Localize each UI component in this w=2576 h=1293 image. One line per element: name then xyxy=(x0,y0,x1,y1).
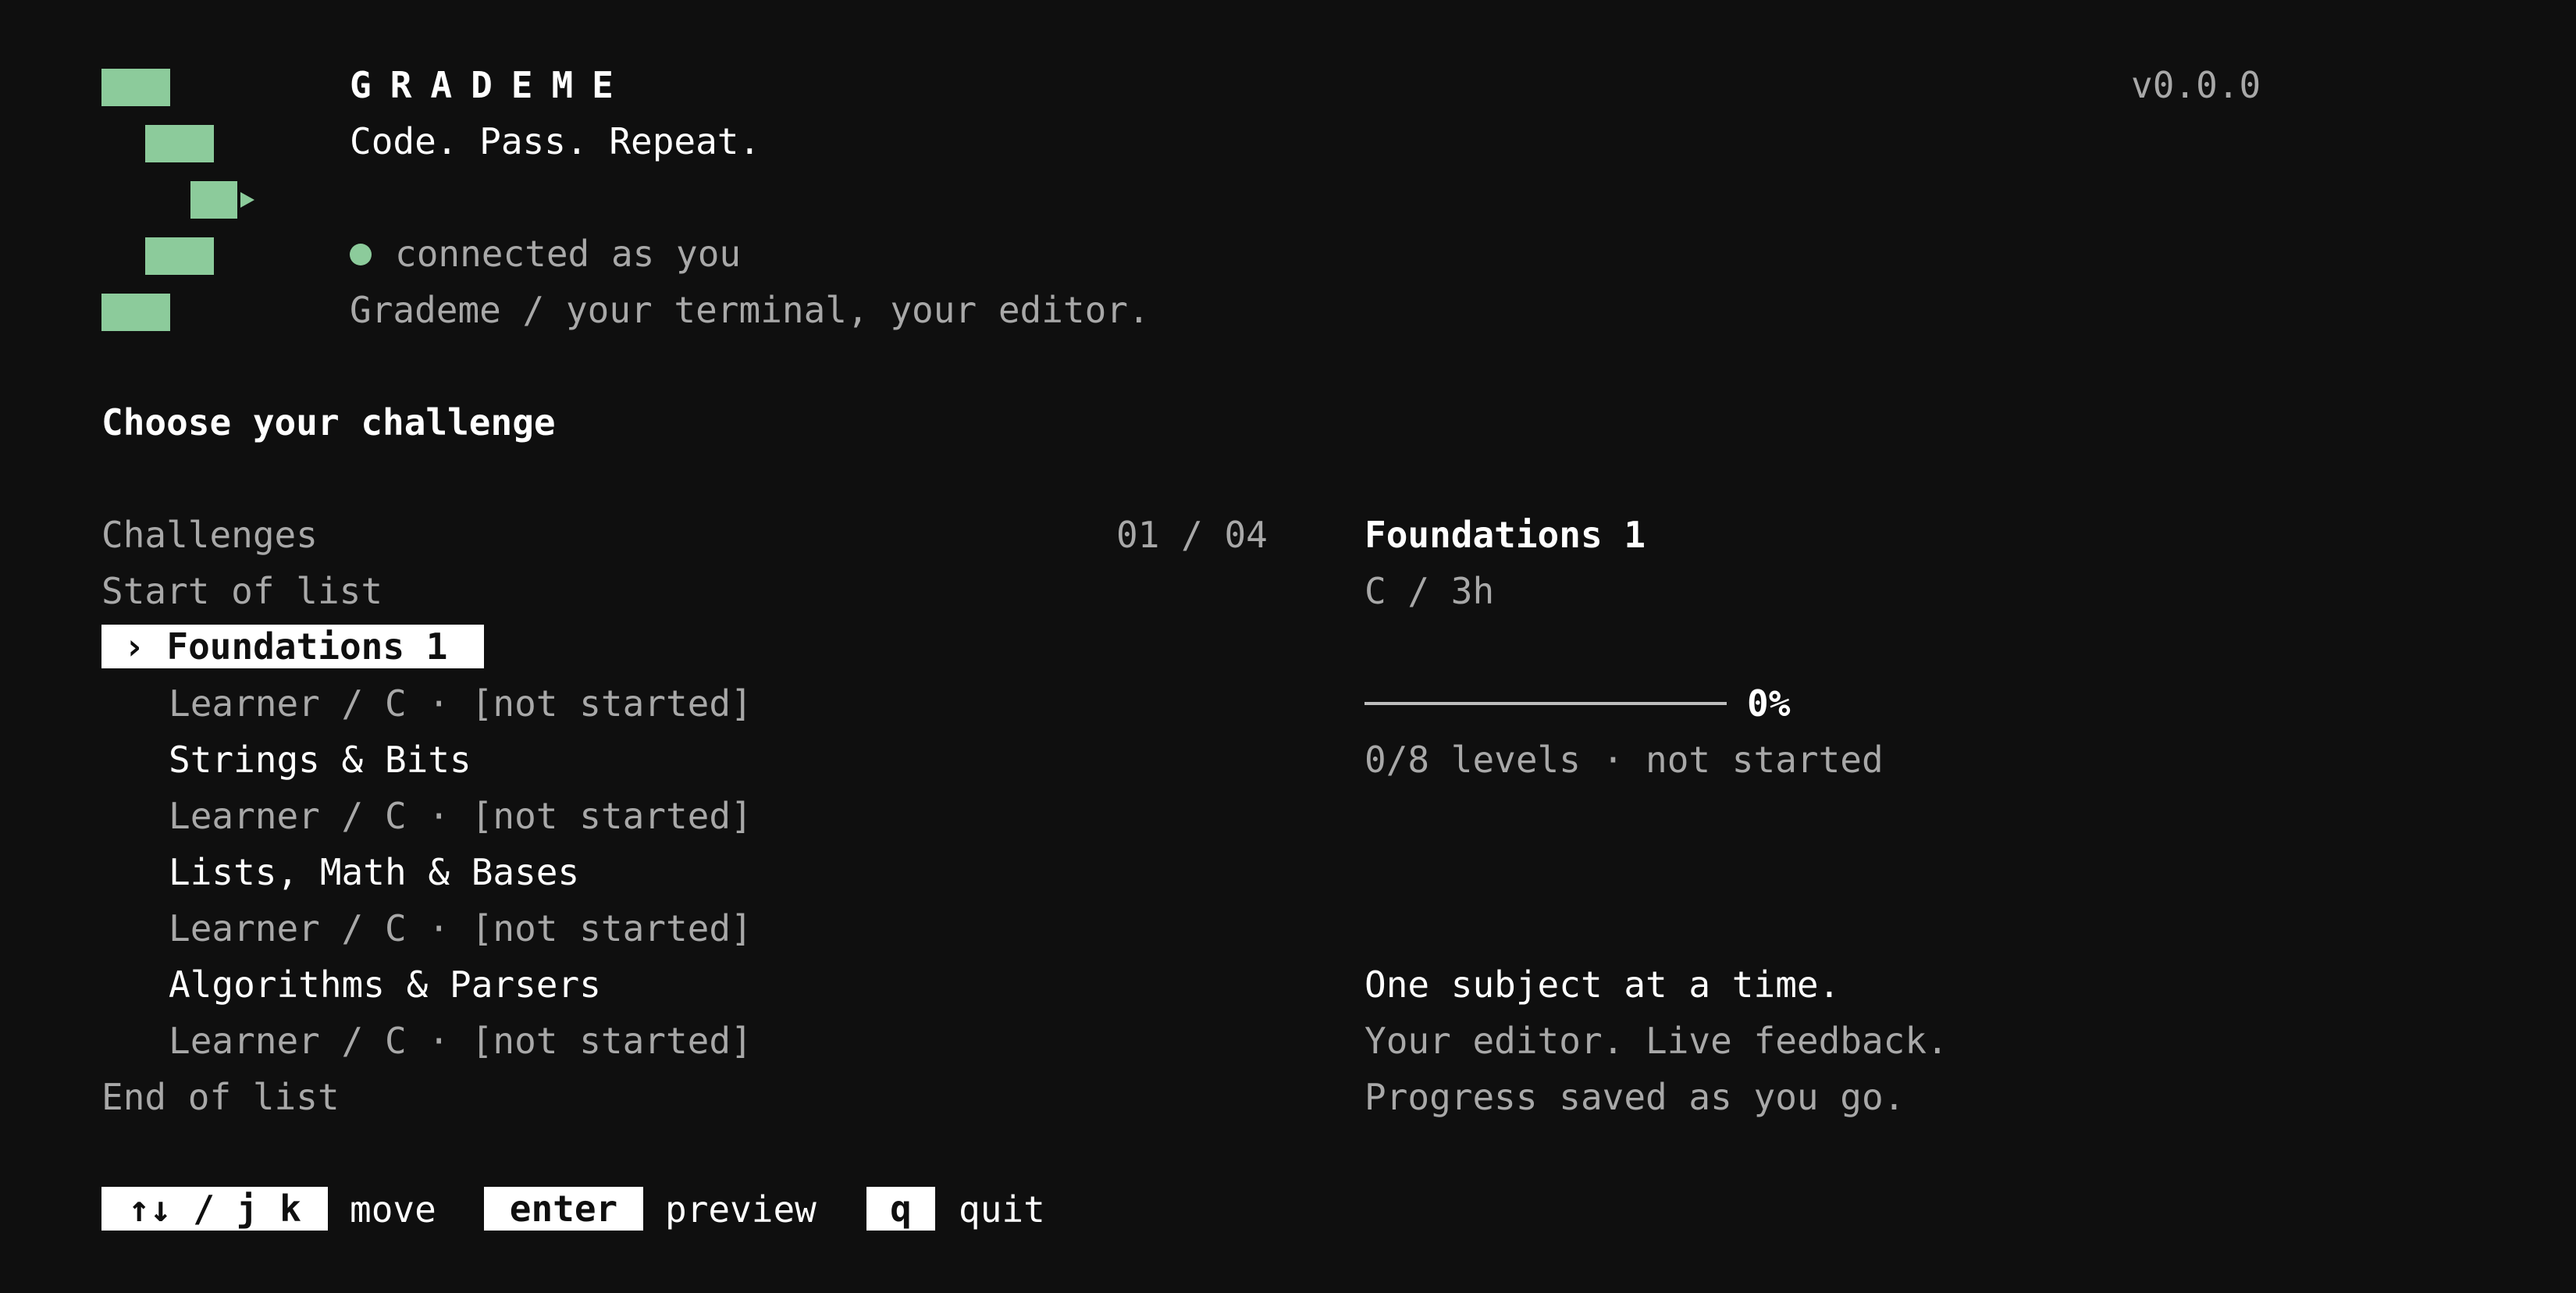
challenge-name: Foundations 1 xyxy=(166,625,448,668)
selection-chevron-icon: › xyxy=(123,625,145,668)
enter-key[interactable]: enter xyxy=(484,1187,643,1231)
challenge-item-algorithms-parsers[interactable]: Algorithms & Parsers xyxy=(169,967,601,1003)
brand-name: GRADEME xyxy=(350,64,632,106)
preview-title: Foundations 1 xyxy=(1364,514,1646,556)
list-start-marker: Start of list xyxy=(101,570,383,612)
challenge-item-lists-math-bases[interactable]: Lists, Math & Bases xyxy=(169,854,579,890)
quit-action-label: quit xyxy=(959,1188,1045,1231)
preview-blurb-line: Progress saved as you go. xyxy=(1364,1076,1905,1118)
list-title: Challenges xyxy=(101,514,318,556)
move-key[interactable]: ↑↓ / j k xyxy=(101,1187,328,1231)
challenge-item-strings-bits[interactable]: Strings & Bits xyxy=(169,742,471,778)
preview-blurb-line: One subject at a time. xyxy=(1364,964,1841,1006)
quit-key[interactable]: q xyxy=(866,1187,935,1231)
progress-bar xyxy=(1364,702,1727,705)
page-title: Choose your challenge xyxy=(101,401,556,443)
tagline: Code. Pass. Repeat. xyxy=(350,120,761,162)
move-action-label: move xyxy=(350,1188,436,1231)
challenge-meta: Learner / C · [not started] xyxy=(169,907,753,949)
preview-blurb-line: Your editor. Live feedback. xyxy=(1364,1020,1948,1062)
list-counter: 01 / 04 xyxy=(1116,514,1268,556)
version-label: v0.0.0 xyxy=(2131,64,2261,106)
levels-status: 0/8 levels · not started xyxy=(1364,739,1884,781)
logo-block-2 xyxy=(145,125,214,162)
challenge-meta: Learner / C · [not started] xyxy=(169,795,753,837)
preview-action-label: preview xyxy=(665,1188,817,1231)
logo-arrow-icon xyxy=(240,192,254,208)
challenge-item-foundations-1[interactable]: › Foundations 1 xyxy=(101,625,484,668)
logo-block-1 xyxy=(101,69,170,106)
challenge-meta: Learner / C · [not started] xyxy=(169,1020,753,1062)
connection-status-icon xyxy=(350,244,372,265)
connection-status: connected as you xyxy=(395,233,742,275)
challenge-meta: Learner / C · [not started] xyxy=(169,682,753,725)
logo-block-4 xyxy=(145,237,214,275)
logo-block-3 xyxy=(190,181,237,219)
progress-percent: 0% xyxy=(1747,682,1791,725)
subtitle: Grademe / your terminal, your editor. xyxy=(350,289,1150,331)
preview-meta: C / 3h xyxy=(1364,570,1495,612)
logo-block-5 xyxy=(101,294,170,331)
list-end-marker: End of list xyxy=(101,1076,340,1118)
